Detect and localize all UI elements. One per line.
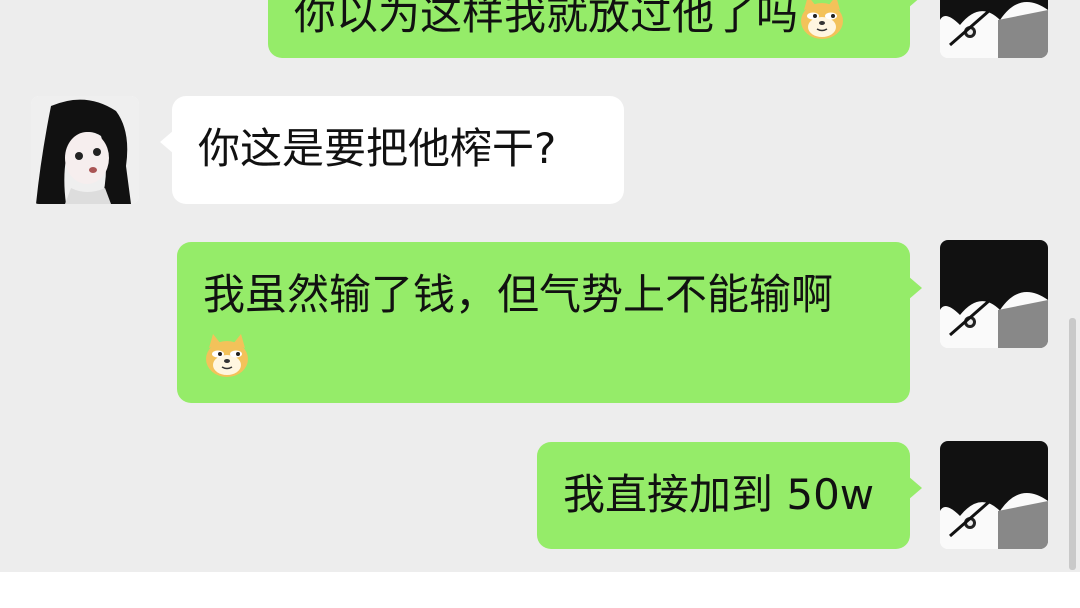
message-bubble-sent[interactable]: 我直接加到 50w: [537, 442, 922, 549]
scrollbar[interactable]: [1069, 318, 1076, 570]
message-bubble-sent[interactable]: 你以为这样我就放过他了吗: [268, 0, 922, 58]
message-bubble-sent[interactable]: 我虽然输了钱，但气势上不能输啊: [177, 242, 922, 403]
message-text: 你以为这样我就放过他了吗: [294, 0, 799, 39]
self-avatar[interactable]: [940, 240, 1048, 348]
contact-avatar[interactable]: [31, 96, 139, 204]
doge-emoji-icon: [798, 0, 846, 42]
chat-area[interactable]: 你以为这样我就放过他了吗 你这是要把他榨干? 我虽然输了钱，但气势上不能输啊 我…: [0, 0, 1080, 572]
message-text: 你这是要把他榨干?: [198, 124, 557, 173]
bottom-bar: [0, 572, 1080, 608]
message-text: 我虽然输了钱，但气势上不能输啊: [203, 270, 834, 319]
doge-emoji-icon: [203, 332, 251, 380]
self-avatar[interactable]: [940, 0, 1048, 58]
message-text: 我直接加到 50w: [563, 470, 875, 519]
message-bubble-received[interactable]: 你这是要把他榨干?: [160, 96, 624, 204]
self-avatar[interactable]: [940, 441, 1048, 549]
